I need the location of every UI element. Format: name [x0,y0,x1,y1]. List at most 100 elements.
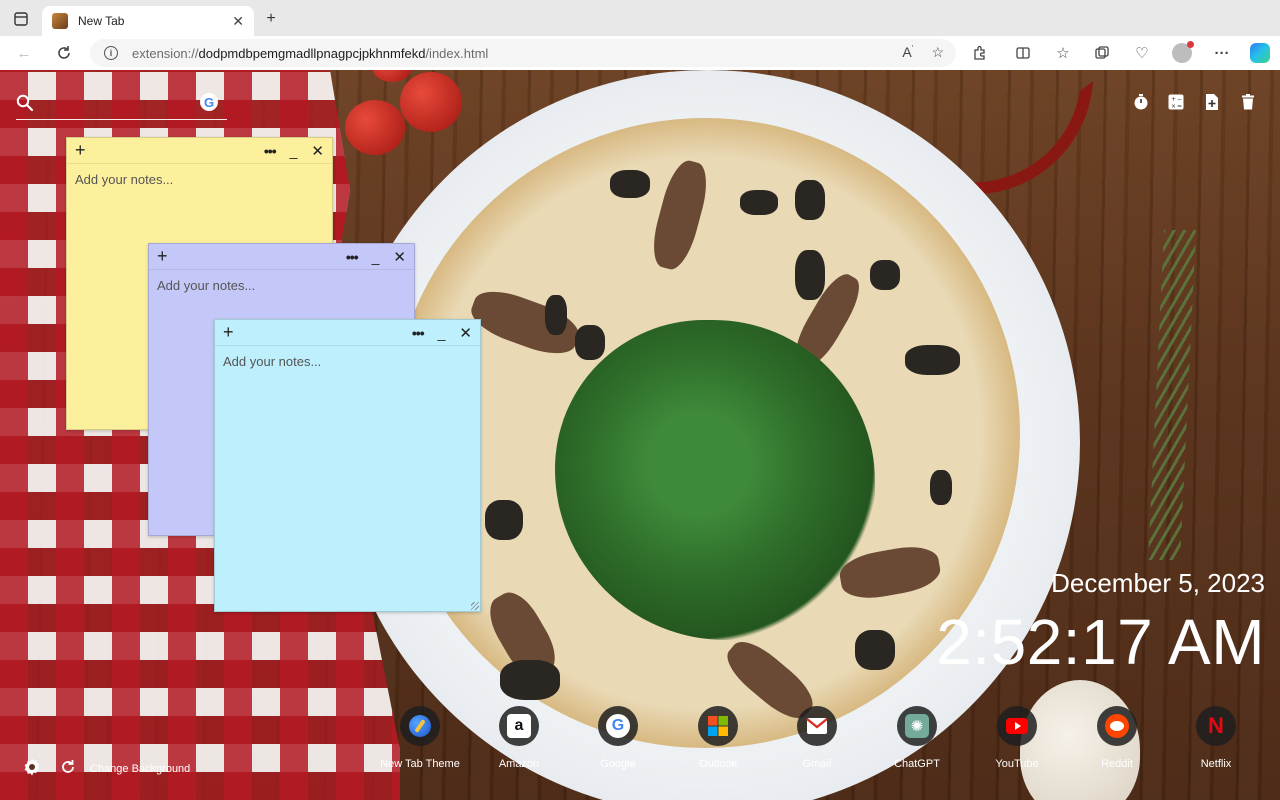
tab-strip: New Tab ✕ + [0,0,1280,36]
note-add-icon[interactable]: + [75,140,91,161]
shortcut-label: Outlook [699,758,737,770]
shortcut-youtube[interactable]: YouTube [967,706,1067,770]
gmail-icon [797,706,837,746]
pizza-topping [610,170,650,198]
tab-new-tab[interactable]: New Tab ✕ [42,6,254,36]
amazon-icon: a [499,706,539,746]
split-screen-icon[interactable] [1011,41,1035,65]
site-info-icon[interactable]: i [104,46,118,60]
shortcut-chatgpt[interactable]: ✺ ChatGPT [867,706,967,770]
extensions-icon[interactable] [968,41,992,65]
note-more-icon[interactable]: ••• [346,249,359,265]
profile-avatar-icon[interactable] [1170,41,1194,65]
note-toolbar: + ••• _ ✕ [67,138,332,164]
netflix-icon: N [1196,706,1236,746]
reddit-icon [1097,706,1137,746]
shortcut-label: YouTube [995,758,1039,770]
shortcut-label: New Tab Theme [380,758,460,770]
trash-icon[interactable] [1238,92,1258,112]
favorites-icon[interactable]: ☆ [1051,41,1075,65]
shortcut-label: Netflix [1200,758,1232,770]
shortcut-google[interactable]: G Google [568,706,668,770]
pizza-topping [795,250,825,300]
sidebar-toggle-icon[interactable] [10,8,32,30]
svg-text:×: × [1171,103,1176,110]
tab-favicon-icon [52,13,68,29]
note-close-icon[interactable]: ✕ [393,248,406,266]
search-bar: G [16,92,227,120]
sticky-note-blue[interactable]: + ••• _ ✕ Add your notes... [214,319,481,612]
more-menu-icon[interactable]: ··· [1210,41,1234,65]
note-minimize-icon[interactable]: _ [438,325,446,341]
note-textarea[interactable]: Add your notes... [149,270,414,301]
shortcut-outlook[interactable]: Outlook [668,706,768,770]
shortcut-label: Reddit [1101,758,1133,770]
shortcut-reddit[interactable]: Reddit [1067,706,1167,770]
collections-icon[interactable] [1090,41,1114,65]
note-textarea[interactable]: Add your notes... [215,346,480,377]
timer-icon[interactable] [1131,92,1151,112]
pizza-topping [795,180,825,220]
search-input[interactable] [44,92,194,114]
note-add-icon[interactable]: + [157,246,173,267]
change-background-link[interactable]: Change Background [90,763,190,775]
shortcut-label: ChatGPT [894,758,940,770]
footer-controls: Change Background [22,758,190,780]
background-rosemary [1148,230,1196,560]
svg-text:−: − [1177,96,1182,103]
note-more-icon[interactable]: ••• [264,143,277,159]
read-aloud-icon[interactable]: Aʼ [902,44,913,61]
note-minimize-icon[interactable]: _ [290,143,298,159]
outlook-icon [698,706,738,746]
shortcut-label: Gmail [802,758,832,770]
google-icon: G [598,706,638,746]
background-tomato [372,70,412,82]
note-close-icon[interactable]: ✕ [311,142,324,160]
shortcut-new-tab-theme[interactable]: New Tab Theme [370,706,470,770]
address-bar[interactable]: i extension://dodpmdbpemgmadllpnagpcjpkh… [90,39,956,67]
search-icon[interactable] [16,94,34,112]
pizza-topping [500,660,560,700]
clock-date: December 5, 2023 [1051,568,1265,598]
note-toolbar: + ••• _ ✕ [215,320,480,346]
back-icon[interactable]: ← [12,41,36,65]
tab-title: New Tab [78,14,125,28]
add-note-icon[interactable] [1202,92,1222,112]
note-textarea[interactable]: Add your notes... [67,164,332,195]
pizza-topping [870,260,900,290]
shortcut-gmail[interactable]: Gmail [767,706,867,770]
settings-gear-icon[interactable] [22,757,42,782]
background-tomato [400,72,462,132]
favorite-star-icon[interactable]: ☆ [931,44,944,61]
refresh-background-icon[interactable] [60,759,76,780]
pizza-topping [485,500,523,540]
pizza-topping [545,295,567,335]
url-path: /index.html [425,45,489,61]
note-resize-handle[interactable] [471,602,479,610]
google-engine-icon[interactable]: G [200,93,218,111]
browser-toolbar: ← i extension://dodpmdbpemgmadllpnagpcjp… [0,36,1280,70]
youtube-icon [997,706,1037,746]
background-tomato [345,100,405,155]
calculator-icon[interactable]: + − × = [1166,92,1186,112]
note-close-icon[interactable]: ✕ [459,324,472,342]
note-add-icon[interactable]: + [223,322,239,343]
tab-close-icon[interactable]: ✕ [232,13,244,30]
browser-essentials-icon[interactable]: ♡ [1130,41,1154,65]
svg-text:=: = [1177,103,1182,110]
shortcut-label: Amazon [498,758,540,770]
url-host: dodpmdbpemgmadllpnagpcjpkhnmfekd [198,45,426,61]
shortcut-amazon[interactable]: a Amazon [469,706,569,770]
reload-icon[interactable] [52,41,76,65]
pizza-topping [855,630,895,670]
shortcut-netflix[interactable]: N Netflix [1166,706,1266,770]
chatgpt-icon: ✺ [897,706,937,746]
note-minimize-icon[interactable]: _ [372,249,380,265]
clock-time: 2:52:17 AM [936,606,1265,678]
new-tab-plus-icon[interactable]: + [260,8,282,30]
copilot-icon[interactable] [1248,41,1272,65]
pizza-topping [930,470,952,505]
svg-text:+: + [1171,96,1176,103]
note-more-icon[interactable]: ••• [412,325,425,341]
shortcut-label: Google [600,758,636,770]
